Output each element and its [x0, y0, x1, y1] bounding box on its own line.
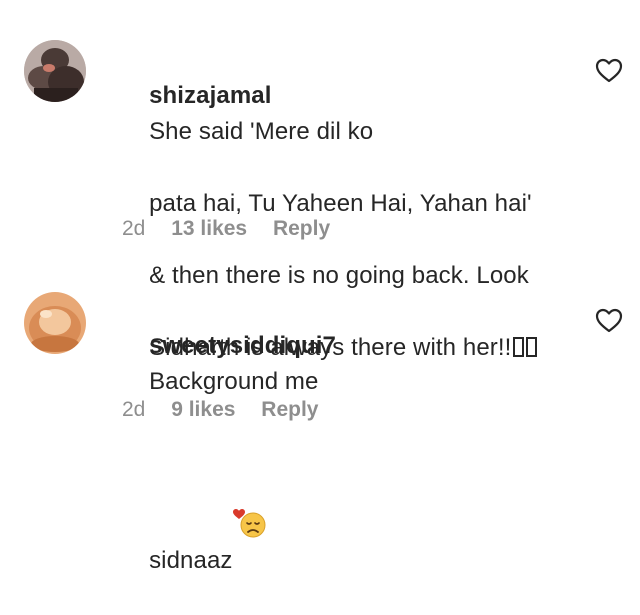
comment-username[interactable]: shizajamal	[149, 82, 271, 109]
comment-text-line: sidnaaz	[149, 547, 233, 574]
comment-text-line: Background me	[149, 368, 319, 395]
comment-text-line: & then there is no going back. Look	[149, 262, 529, 289]
comment-age: 2d	[122, 217, 146, 240]
comment-username[interactable]: sweetysiddiqui7	[149, 332, 336, 359]
comment-meta: 2d 13 likes Reply	[122, 216, 350, 242]
heart-outline-icon[interactable]	[595, 58, 623, 84]
reply-button[interactable]: Reply	[273, 217, 330, 240]
comment-text-line: pata hai, Tu Yaheen Hai, Yahan hai'	[149, 190, 532, 217]
heart-outline-icon[interactable]	[595, 308, 623, 334]
avatar[interactable]	[24, 292, 86, 354]
reply-button[interactable]: Reply	[261, 398, 318, 421]
comment-age: 2d	[122, 398, 146, 421]
comment-likes[interactable]: 13 likes	[171, 217, 247, 240]
comment-likes[interactable]: 9 likes	[171, 398, 235, 421]
comment-meta: 2d 9 likes Reply	[122, 397, 338, 423]
heart-and-sad-face-emoji	[232, 436, 267, 538]
avatar[interactable]	[24, 40, 86, 102]
comment-text: sweetysiddiqui7 Background me sidnaaz	[122, 292, 592, 615]
comment-text-line: She said 'Mere dil ko	[149, 118, 374, 145]
